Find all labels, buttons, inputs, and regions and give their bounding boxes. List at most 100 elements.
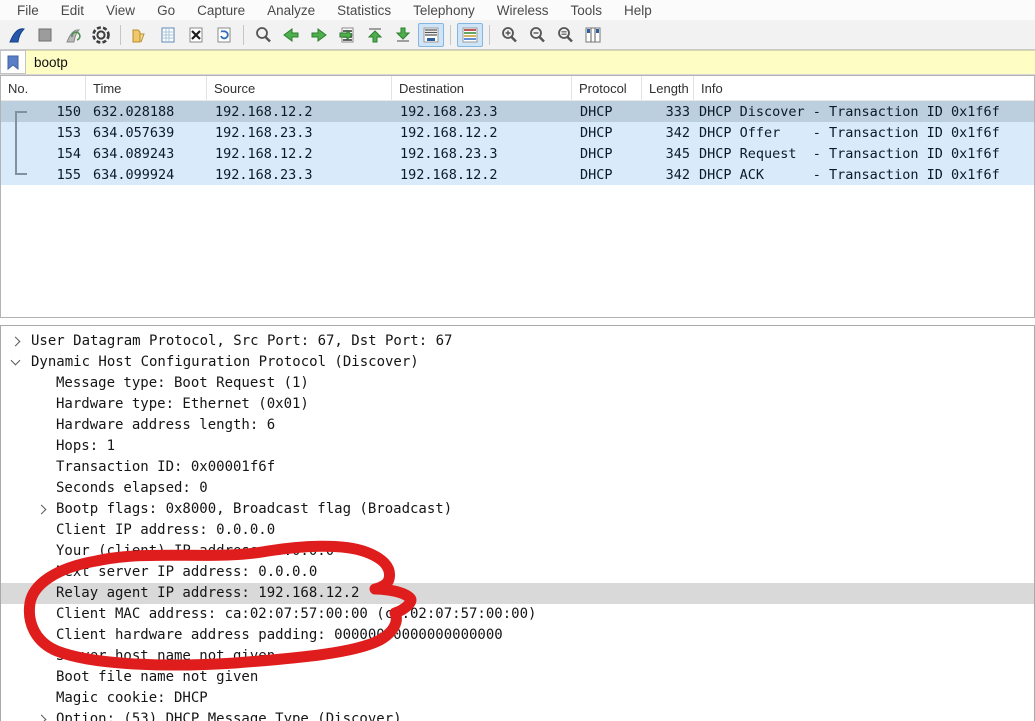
menu-edit[interactable]: Edit [50,3,95,18]
cell-info: DHCP Offer - Transaction ID 0x1f6f [694,125,1034,141]
detail-line[interactable]: Hardware type: Ethernet (0x01) [1,394,1034,415]
detail-line[interactable]: Your (client) IP address: 0.0.0.0 [1,541,1034,562]
cell-info: DHCP Request - Transaction ID 0x1f6f [694,146,1034,162]
cell-info: DHCP ACK - Transaction ID 0x1f6f [694,167,1034,183]
reload-file-icon[interactable] [211,23,237,47]
cell-length: 333 [642,104,694,120]
restart-capture-icon[interactable] [60,23,86,47]
detail-line[interactable]: Transaction ID: 0x00001f6f [1,457,1034,478]
cell-no: 154 [1,146,86,162]
resize-columns-icon[interactable] [580,23,606,47]
save-file-icon[interactable] [155,23,181,47]
column-header-length[interactable]: Length [642,76,694,100]
auto-scroll-icon[interactable] [418,23,444,47]
cell-time: 634.099924 [86,167,207,183]
detail-line[interactable]: User Datagram Protocol, Src Port: 67, Ds… [1,331,1034,352]
packet-row[interactable]: 155 634.099924 192.168.23.3 192.168.12.2… [1,164,1034,185]
column-header-protocol[interactable]: Protocol [572,76,642,100]
detail-line[interactable]: Client hardware address padding: 0000000… [1,625,1034,646]
column-header-info[interactable]: Info [694,76,1034,100]
menu-go[interactable]: Go [146,3,186,18]
filter-input[interactable]: bootp [26,50,1035,74]
cell-length: 345 [642,146,694,162]
conversation-bracket [15,111,27,175]
menu-telephony[interactable]: Telephony [402,3,486,18]
detail-text: Server host name not given [1,646,275,667]
zoom-in-icon[interactable] [496,23,522,47]
column-header-no[interactable]: No. [1,76,86,100]
find-packet-icon[interactable] [250,23,276,47]
cell-time: 632.028188 [86,104,207,120]
detail-text: Magic cookie: DHCP [1,688,208,709]
menu-help[interactable]: Help [613,3,663,18]
colorize-packets-icon[interactable] [457,23,483,47]
detail-line[interactable]: Dynamic Host Configuration Protocol (Dis… [1,352,1034,373]
detail-line[interactable]: Server host name not given [1,646,1034,667]
cell-time: 634.057639 [86,125,207,141]
menu-analyze[interactable]: Analyze [256,3,326,18]
filter-bar: bootp [0,50,1035,75]
zoom-out-icon[interactable] [524,23,550,47]
detail-line[interactable]: Message type: Boot Request (1) [1,373,1034,394]
cell-destination: 192.168.23.3 [392,146,572,162]
detail-text: Dynamic Host Configuration Protocol (Dis… [1,352,419,373]
detail-text: Client IP address: 0.0.0.0 [1,520,275,541]
open-file-icon[interactable] [127,23,153,47]
packet-row[interactable]: 153 634.057639 192.168.23.3 192.168.12.2… [1,122,1034,143]
cell-source: 192.168.12.2 [207,104,392,120]
main-toolbar [0,20,1035,50]
detail-text: Hardware address length: 6 [1,415,275,436]
close-file-icon[interactable] [183,23,209,47]
packet-row[interactable]: 150 632.028188 192.168.12.2 192.168.23.3… [1,101,1034,122]
detail-line[interactable]: Client IP address: 0.0.0.0 [1,520,1034,541]
menu-statistics[interactable]: Statistics [326,3,402,18]
bookmark-icon [7,55,19,70]
cell-destination: 192.168.23.3 [392,104,572,120]
cell-destination: 192.168.12.2 [392,167,572,183]
menu-capture[interactable]: Capture [186,3,256,18]
start-capture-icon[interactable] [4,23,30,47]
menu-file[interactable]: File [6,3,50,18]
packet-list-pane: No. Time Source Destination Protocol Len… [0,75,1035,318]
filter-bookmark-button[interactable] [0,50,26,74]
detail-line[interactable]: Hardware address length: 6 [1,415,1034,436]
capture-options-icon[interactable] [88,23,114,47]
detail-text: Next server IP address: 0.0.0.0 [1,562,317,583]
detail-line[interactable]: Hops: 1 [1,436,1034,457]
detail-line[interactable]: Next server IP address: 0.0.0.0 [1,562,1034,583]
cell-destination: 192.168.12.2 [392,125,572,141]
detail-line[interactable]: Option: (53) DHCP Message Type (Discover… [1,709,1034,721]
menu-bar: File Edit View Go Capture Analyze Statis… [0,0,1035,20]
packet-list-header: No. Time Source Destination Protocol Len… [1,76,1034,101]
cell-time: 634.089243 [86,146,207,162]
toolbar-separator [489,25,490,45]
zoom-original-icon[interactable] [552,23,578,47]
detail-line[interactable]: Client MAC address: ca:02:07:57:00:00 (c… [1,604,1034,625]
go-last-packet-icon[interactable] [390,23,416,47]
column-header-time[interactable]: Time [86,76,207,100]
stop-capture-icon[interactable] [32,23,58,47]
detail-line[interactable]: Magic cookie: DHCP [1,688,1034,709]
detail-text: Client MAC address: ca:02:07:57:00:00 (c… [1,604,536,625]
detail-line[interactable]: Seconds elapsed: 0 [1,478,1034,499]
detail-line-relay-agent-selected[interactable]: Relay agent IP address: 192.168.12.2 [1,583,1034,604]
cell-protocol: DHCP [572,167,642,183]
column-header-destination[interactable]: Destination [392,76,572,100]
go-to-packet-icon[interactable] [334,23,360,47]
cell-protocol: DHCP [572,125,642,141]
packet-row[interactable]: 154 634.089243 192.168.12.2 192.168.23.3… [1,143,1034,164]
go-back-icon[interactable] [278,23,304,47]
detail-line[interactable]: Bootp flags: 0x8000, Broadcast flag (Bro… [1,499,1034,520]
cell-info: DHCP Discover - Transaction ID 0x1f6f [694,104,1034,120]
menu-view[interactable]: View [95,3,146,18]
column-header-source[interactable]: Source [207,76,392,100]
menu-wireless[interactable]: Wireless [486,3,560,18]
go-first-packet-icon[interactable] [362,23,388,47]
cell-protocol: DHCP [572,104,642,120]
go-forward-icon[interactable] [306,23,332,47]
detail-text: Client hardware address padding: 0000000… [1,625,503,646]
detail-text: Seconds elapsed: 0 [1,478,208,499]
wireshark-window: File Edit View Go Capture Analyze Statis… [0,0,1035,721]
detail-line[interactable]: Boot file name not given [1,667,1034,688]
menu-tools[interactable]: Tools [559,3,613,18]
